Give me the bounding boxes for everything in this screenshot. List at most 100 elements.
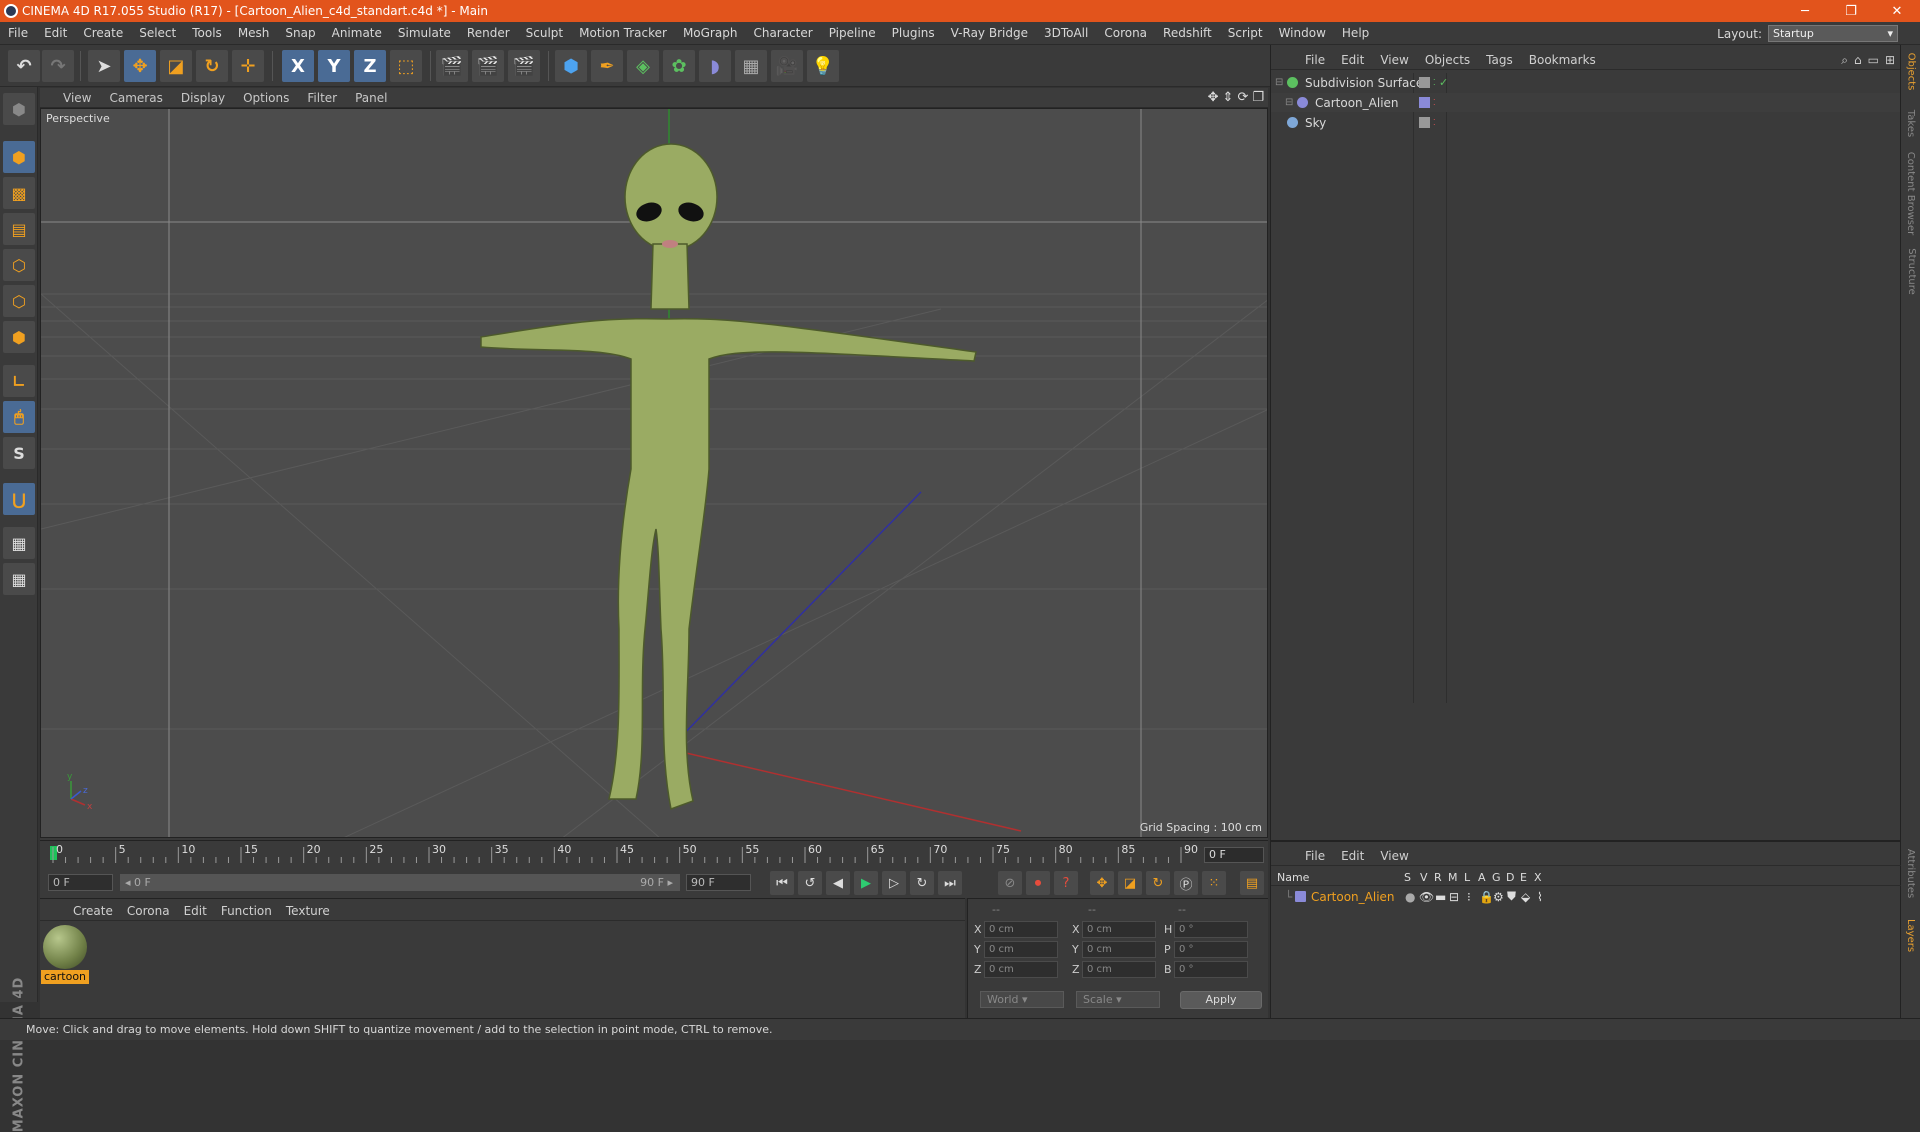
previous-frame-button[interactable]: ◀	[826, 871, 850, 895]
visibility-dots-icon[interactable]: ⁚	[1433, 78, 1436, 87]
magnet-button[interactable]: ⋃	[3, 483, 35, 515]
layer-animation-icon[interactable]: ⚙	[1493, 890, 1504, 904]
layer-render-icon[interactable]: ▬	[1435, 890, 1446, 904]
coordinate-type-select[interactable]: Scale ▾	[1076, 991, 1160, 1008]
z-axis-button[interactable]: Z	[354, 50, 386, 82]
layer-row[interactable]: └ Cartoon_Alien ● 👁 ▬ ⊟ ⁝ 🔒 ⚙ ⛊ ⬙ ⌇	[1271, 887, 1901, 906]
layers-menu-edit[interactable]: Edit	[1333, 849, 1372, 863]
coord-value-field[interactable]: 0 °	[1174, 921, 1248, 938]
objects-menu-view[interactable]: View	[1372, 53, 1416, 67]
texture-mode-button[interactable]: ▩	[3, 177, 35, 209]
go-to-end-button[interactable]: ⏭	[938, 871, 962, 895]
add-floor-button[interactable]: ▦	[735, 50, 767, 82]
workplane-grid-button[interactable]: ▦	[3, 563, 35, 595]
side-tab-attributes[interactable]: Attributes	[1903, 845, 1919, 901]
material-preview-cartoon[interactable]	[43, 925, 87, 969]
expand-toggle-icon[interactable]: ⊟	[1285, 97, 1293, 108]
coord-value-field[interactable]: 0 cm	[984, 961, 1058, 978]
coordinate-mode-select[interactable]: World ▾	[980, 991, 1064, 1008]
timeline-window-button[interactable]: ▤	[1240, 871, 1264, 895]
layer-deformer-icon[interactable]: ⬙	[1521, 890, 1530, 904]
side-tab-structure[interactable]: Structure	[1903, 241, 1919, 301]
add-camera-button[interactable]: 🎥	[771, 50, 803, 82]
layers-menu-view[interactable]: View	[1372, 849, 1416, 863]
make-editable-button[interactable]: ⬢	[3, 93, 35, 125]
workplane-mode-button[interactable]: ▤	[3, 213, 35, 245]
layer-manager-icon[interactable]: ⊟	[1449, 890, 1459, 904]
layer-column-x[interactable]: X	[1534, 871, 1542, 884]
expand-toggle-icon[interactable]: ⊟	[1275, 77, 1283, 88]
material-name[interactable]: cartoon	[41, 970, 89, 984]
edit-render-settings-button[interactable]: 🎬	[508, 50, 540, 82]
viewport-canvas[interactable]: y x z Perspective Grid Spacing : 100 cm	[40, 108, 1268, 838]
add-subdivision-button[interactable]: ◈	[627, 50, 659, 82]
visibility-dots-icon[interactable]: ⁚	[1433, 98, 1436, 107]
layer-column-name[interactable]: Name	[1277, 871, 1309, 884]
materials-menu-create[interactable]: Create	[66, 904, 120, 918]
viewport-menu-display[interactable]: Display	[172, 91, 234, 105]
live-selection-button[interactable]: ➤	[88, 50, 120, 82]
object-name[interactable]: Cartoon_Alien	[1315, 96, 1399, 110]
menu-animate[interactable]: Animate	[324, 26, 390, 40]
play-button[interactable]: ▶	[854, 871, 878, 895]
go-to-start-button[interactable]: ⏮	[770, 871, 794, 895]
materials-menu-function[interactable]: Function	[214, 904, 279, 918]
layer-column-r[interactable]: R	[1434, 871, 1442, 884]
coord-value-field[interactable]: 0 °	[1174, 961, 1248, 978]
materials-menu-texture[interactable]: Texture	[279, 904, 337, 918]
render-picture-viewer-button[interactable]: 🎬	[472, 50, 504, 82]
menu-file[interactable]: File	[0, 26, 36, 40]
object-name[interactable]: Subdivision Surface	[1305, 76, 1423, 90]
layout-dropdown[interactable]: Startup ▾	[1768, 25, 1898, 42]
layer-column-m[interactable]: M	[1448, 871, 1458, 884]
menu-help[interactable]: Help	[1334, 26, 1377, 40]
objects-menu-bookmarks[interactable]: Bookmarks	[1521, 53, 1604, 67]
next-key-button[interactable]: ↻	[910, 871, 934, 895]
object-name[interactable]: Sky	[1305, 116, 1326, 130]
minimize-button[interactable]: ─	[1782, 0, 1828, 22]
key-scale-button[interactable]: ◪	[1118, 871, 1142, 895]
viewport-menu-cameras[interactable]: Cameras	[100, 91, 171, 105]
dolly-icon[interactable]: ⇕	[1223, 90, 1234, 105]
layer-column-s[interactable]: S	[1404, 871, 1411, 884]
layer-column-e[interactable]: E	[1520, 871, 1527, 884]
recent-tools-button[interactable]: ✛	[232, 50, 264, 82]
axis-mode-button[interactable]: ∟	[3, 365, 35, 397]
coord-value-field[interactable]: 0 °	[1174, 941, 1248, 958]
layer-solo-icon[interactable]: ●	[1405, 890, 1415, 904]
home-icon[interactable]: ⌂	[1854, 53, 1862, 68]
object-row[interactable]: ⊟ Subdivision Surface ⁚ ✓	[1271, 73, 1901, 92]
current-frame-field[interactable]: 0 F	[1204, 847, 1264, 863]
timeline-ruler[interactable]: 0 5 10 15 20 25 30 35 40 45 50 55 60 65 70 75 80 85 90 0 F	[40, 840, 1268, 868]
layers-menu-file[interactable]: File	[1297, 849, 1333, 863]
autokey-button[interactable]: ⏺	[1026, 871, 1050, 895]
model-mode-button[interactable]: ⬢	[3, 141, 35, 173]
edges-mode-button[interactable]: ⬡	[3, 285, 35, 317]
objects-menu-objects[interactable]: Objects	[1417, 53, 1478, 67]
coord-value-field[interactable]: 0 cm	[1082, 961, 1156, 978]
key-parameter-button[interactable]: Ⓟ	[1174, 871, 1198, 895]
add-light-button[interactable]: 💡	[807, 50, 839, 82]
menu-motion-tracker[interactable]: Motion Tracker	[571, 26, 675, 40]
objects-menu-tags[interactable]: Tags	[1478, 53, 1521, 67]
apply-button[interactable]: Apply	[1180, 991, 1262, 1009]
menu-window[interactable]: Window	[1271, 26, 1334, 40]
menu-corona[interactable]: Corona	[1096, 26, 1155, 40]
new-view-icon[interactable]: ▭	[1868, 53, 1879, 68]
workplane-lock-button[interactable]: ▦	[3, 527, 35, 559]
polygons-mode-button[interactable]: ⬢	[3, 321, 35, 353]
menu-mograph[interactable]: MoGraph	[675, 26, 746, 40]
undo-button[interactable]: ↶	[8, 50, 40, 82]
rotate-tool-button[interactable]: ↻	[196, 50, 228, 82]
layer-column-v[interactable]: V	[1420, 871, 1428, 884]
menu-sculpt[interactable]: Sculpt	[518, 26, 571, 40]
layer-lock-icon[interactable]: 🔒	[1479, 890, 1494, 904]
layer-swatch-icon[interactable]	[1419, 97, 1430, 108]
coord-value-field[interactable]: 0 cm	[984, 921, 1058, 938]
layer-column-g[interactable]: G	[1492, 871, 1501, 884]
menu-mesh[interactable]: Mesh	[230, 26, 278, 40]
key-pla-button[interactable]: ⁙	[1202, 871, 1226, 895]
points-mode-button[interactable]: ⬡	[3, 249, 35, 281]
next-frame-button[interactable]: ▷	[882, 871, 906, 895]
y-axis-button[interactable]: Y	[318, 50, 350, 82]
